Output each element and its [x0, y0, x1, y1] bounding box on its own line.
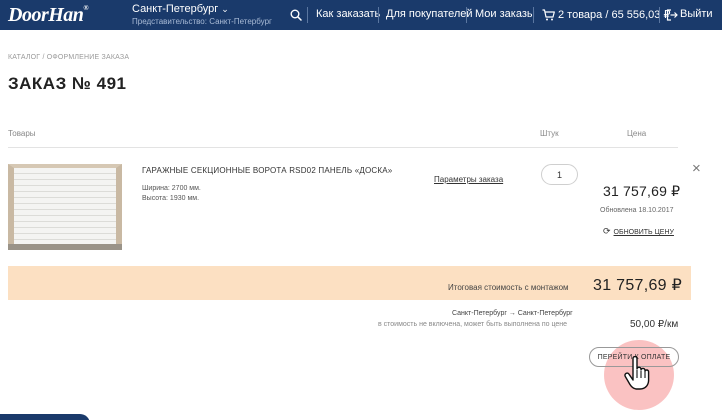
refresh-icon: ⟳: [603, 226, 611, 236]
price-updated-date: Обновлена 18.10.2017: [600, 207, 674, 214]
nav-divider: [659, 7, 660, 23]
nav-logout[interactable]: Выйти: [680, 8, 713, 20]
city-name: Санкт-Петербург: [132, 3, 219, 15]
quantity-value: 1: [556, 169, 562, 180]
nav-for-buyers[interactable]: Для покупателей: [386, 8, 473, 20]
logo-registered-mark: ®: [83, 4, 89, 12]
column-header-quantity: Штук: [540, 129, 559, 138]
nav-divider: [533, 7, 534, 23]
column-header-price: Цена: [627, 129, 647, 138]
product-name[interactable]: ГАРАЖНЫЕ СЕКЦИОННЫЕ ВОРОТА RSD02 ПАНЕЛЬ …: [142, 166, 392, 175]
product-image: [8, 164, 122, 250]
refresh-price-label: обновить цену: [613, 229, 674, 236]
column-header-products: Товары: [8, 129, 36, 138]
order-params-link[interactable]: Параметры заказа: [434, 175, 503, 184]
chevron-down-icon: ⌄: [221, 4, 229, 14]
logo-text: DoorHan: [8, 4, 84, 26]
search-icon[interactable]: [290, 9, 302, 21]
table-divider: [8, 147, 678, 148]
quantity-input[interactable]: 1: [541, 164, 578, 185]
total-label: Итоговая стоимость с монтажом: [448, 283, 569, 292]
hand-pointer-icon: [624, 356, 650, 390]
nav-divider: [307, 7, 308, 23]
nav-cart-summary[interactable]: 2 товара / 65 556,03 ₽: [558, 8, 670, 21]
page-title: ЗАКАЗ № 491: [8, 74, 127, 93]
delivery-route: Санкт-Петербург → Санкт-Петербург: [452, 310, 573, 317]
cart-icon[interactable]: [542, 9, 555, 21]
product-height: Высота: 1930 мм.: [142, 195, 200, 202]
delivery-price: 50,00 ₽/км: [630, 319, 679, 330]
order-total-bar: [8, 266, 691, 300]
bottom-panel-tab[interactable]: [0, 414, 90, 420]
representative-office: Представительство: Санкт-Петербург: [132, 17, 272, 26]
logout-icon[interactable]: [666, 9, 678, 21]
nav-divider: [378, 7, 379, 23]
top-navbar: DoorHan® Санкт-Петербург ⌄ Представительс…: [0, 0, 722, 30]
total-value: 31 757,69 ₽: [593, 277, 683, 294]
product-width: Ширина: 2700 мм.: [142, 185, 201, 192]
product-image-floor: [8, 244, 122, 250]
remove-item-icon[interactable]: ×: [692, 161, 701, 176]
delivery-note: в стоимость не включена, может быть выпо…: [378, 321, 568, 328]
nav-my-orders[interactable]: Мои заказы: [475, 8, 535, 20]
city-selector[interactable]: Санкт-Петербург ⌄: [132, 3, 229, 15]
nav-how-to-order[interactable]: Как заказать: [316, 8, 380, 20]
refresh-price-link[interactable]: ⟳ обновить цену: [603, 226, 674, 237]
doorhan-logo[interactable]: DoorHan®: [8, 4, 89, 27]
breadcrumb[interactable]: Каталог / Оформление заказа: [8, 54, 129, 61]
item-price: 31 757,69 ₽: [603, 183, 681, 199]
nav-divider: [466, 7, 467, 23]
